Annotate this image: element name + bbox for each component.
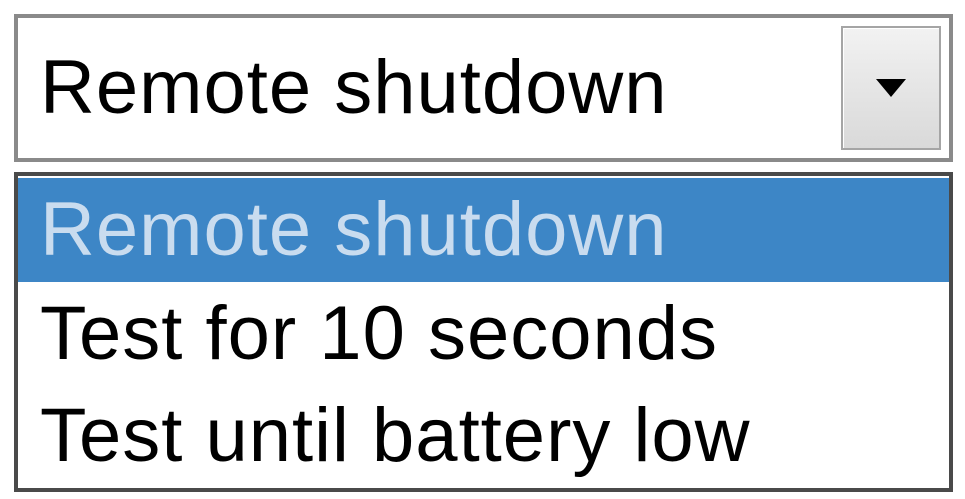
shutdown-mode-select[interactable]: Remote shutdown [14,14,953,162]
dropdown-arrow-icon [876,79,906,97]
dropdown-toggle-button[interactable] [841,26,941,150]
dropdown-options-list: Remote shutdown Test for 10 seconds Test… [14,172,953,492]
shutdown-select-widget: Remote shutdown Remote shutdown Test for… [0,0,965,499]
select-current-value: Remote shutdown [40,45,668,130]
option-remote-shutdown[interactable]: Remote shutdown [18,178,949,282]
option-test-until-battery-low[interactable]: Test until battery low [18,384,949,488]
option-test-10-seconds[interactable]: Test for 10 seconds [18,282,949,386]
